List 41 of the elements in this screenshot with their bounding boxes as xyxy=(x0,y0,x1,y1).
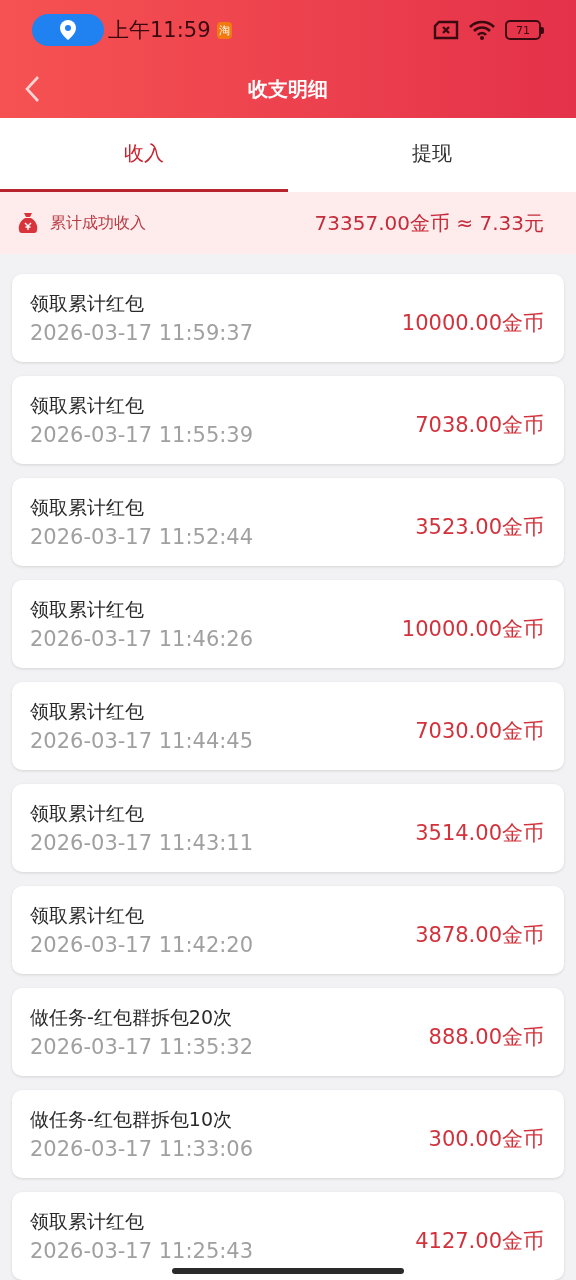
record-title: 做任务-红包群拆包10次 xyxy=(30,1107,234,1132)
record-title: 领取累计红包 xyxy=(30,801,145,826)
record-amount: 3878.00金币 xyxy=(415,922,544,949)
record-amount: 7038.00金币 xyxy=(415,412,544,439)
back-icon[interactable] xyxy=(24,75,40,103)
record-amount: 3514.00金币 xyxy=(415,820,544,847)
record-title: 领取累计红包 xyxy=(30,291,145,316)
wifi-icon xyxy=(469,20,495,40)
status-time: 上午11:59 xyxy=(108,17,211,44)
record-time: 2026-03-17 11:35:32 xyxy=(30,1035,255,1059)
record-time: 2026-03-17 11:46:26 xyxy=(30,627,255,651)
money-bag-icon xyxy=(16,211,40,235)
record-amount: 4127.00金币 xyxy=(415,1228,544,1255)
record-title: 做任务-红包群拆包20次 xyxy=(30,1005,234,1030)
record-title: 领取累计红包 xyxy=(30,393,145,418)
record-amount: 7030.00金币 xyxy=(415,718,544,745)
record-time: 2026-03-17 11:52:44 xyxy=(30,525,255,549)
record-time: 2026-03-17 11:33:06 xyxy=(30,1137,255,1161)
record-time: 2026-03-17 11:42:20 xyxy=(30,933,255,957)
no-sim-icon xyxy=(433,20,459,40)
app-badge: 淘 xyxy=(216,21,232,39)
record-title: 领取累计红包 xyxy=(30,699,145,724)
battery-icon: 71 xyxy=(505,20,544,40)
record-time: 2026-03-17 11:55:39 xyxy=(30,423,255,447)
record-amount: 3523.00金币 xyxy=(415,514,544,541)
location-pin-icon xyxy=(60,20,76,40)
record-title: 领取累计红包 xyxy=(30,597,145,622)
record-time: 2026-03-17 11:43:11 xyxy=(30,831,255,855)
record-amount: 888.00金币 xyxy=(428,1024,544,1051)
record-time: 2026-03-17 11:44:45 xyxy=(30,729,255,753)
record-title: 领取累计红包 xyxy=(30,1209,145,1234)
record-amount: 10000.00金币 xyxy=(401,310,544,337)
record-amount: 10000.00金币 xyxy=(401,616,544,643)
page-title: 收支明细 xyxy=(248,75,328,103)
summary-label: 累计成功收入 xyxy=(50,212,147,234)
summary-value: 73357.00金币 ≈ 7.33元 xyxy=(314,209,544,237)
record-time: 2026-03-17 11:25:43 xyxy=(30,1239,255,1263)
record-amount: 300.00金币 xyxy=(428,1126,544,1153)
record-title: 领取累计红包 xyxy=(30,495,145,520)
record-time: 2026-03-17 11:59:37 xyxy=(30,321,255,345)
record-title: 领取累计红包 xyxy=(30,903,145,928)
